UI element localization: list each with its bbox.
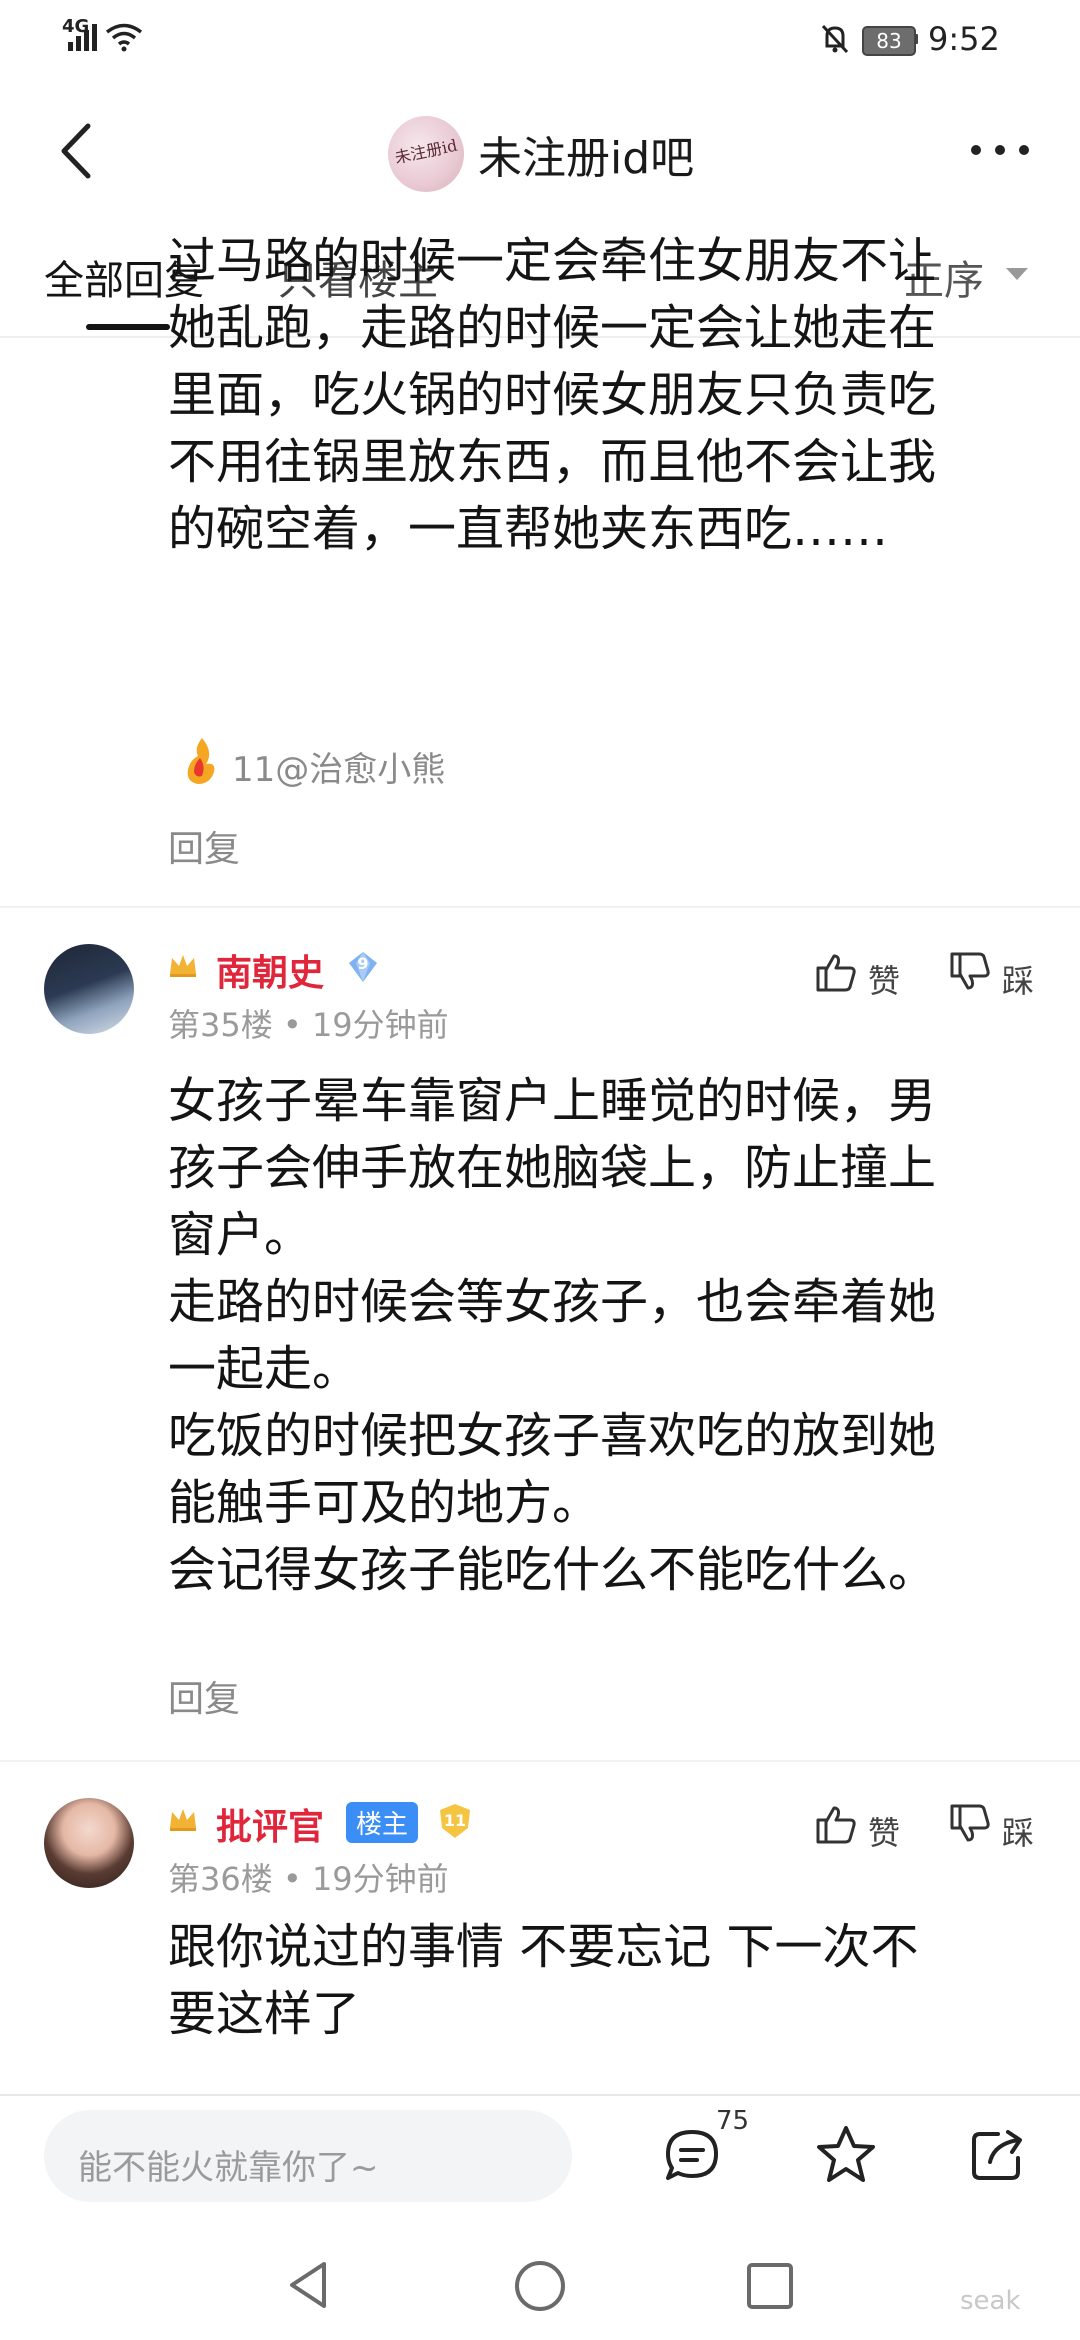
thumbs-down-icon[interactable] xyxy=(948,1802,992,1846)
forum-title[interactable]: 未注册id吧 xyxy=(478,122,694,186)
back-arrow-icon[interactable] xyxy=(50,116,110,186)
vip-crown-icon xyxy=(170,955,196,977)
avatar[interactable] xyxy=(44,1798,134,1888)
post-content: 跟你说过的事情 不要忘记 下一次不 要这样了 xyxy=(168,1919,919,2042)
wifi-icon xyxy=(105,23,143,52)
reply-button[interactable]: 回复 xyxy=(168,820,240,872)
post-content: 女孩子晕车靠窗户上睡觉的时候，男 孩子会伸手放在她脑袋上，防止撞上 窗户。 走路… xyxy=(168,1073,937,1598)
like-button[interactable]: 赞 xyxy=(868,956,900,1002)
comment-input-placeholder[interactable]: 能不能火就靠你了~ xyxy=(78,2140,379,2189)
floor-meta: 第36楼 • 19分钟前 xyxy=(168,1860,449,1898)
dislike-button[interactable]: 踩 xyxy=(1002,1808,1034,1854)
comment-count: 75 xyxy=(716,2106,750,2136)
thumbs-down-icon[interactable] xyxy=(948,950,992,994)
forum-avatar-text: 未注册id xyxy=(393,135,459,168)
vip-crown-icon xyxy=(170,1809,196,1831)
nav-recents-icon[interactable] xyxy=(744,2260,796,2312)
clock: 9:52 xyxy=(928,20,1000,58)
status-bar: 4G 83 9:52 xyxy=(0,0,1080,80)
nav-home-icon[interactable] xyxy=(512,2258,568,2314)
username[interactable]: 批评官 xyxy=(216,1798,324,1850)
watermark: seak xyxy=(960,2286,1021,2316)
nav-back-icon[interactable] xyxy=(284,2258,332,2312)
level-number: 11 xyxy=(443,1811,467,1830)
owner-tag: 楼主 xyxy=(346,1802,419,1843)
active-tab-indicator xyxy=(86,324,170,330)
post-content: 过马路的时候一定会牵住女朋友不让 她乱跑，走路的时候一定会让她走在 里面，吃火锅… xyxy=(168,233,937,557)
divider xyxy=(0,1760,1080,1762)
signal-icon xyxy=(68,24,97,51)
star-icon[interactable] xyxy=(814,2124,878,2186)
battery-level: 83 xyxy=(876,29,902,53)
battery-tip xyxy=(914,34,918,44)
battery-icon: 83 xyxy=(862,26,916,56)
username[interactable]: 南朝史 xyxy=(216,944,324,996)
flame-icon xyxy=(187,738,215,784)
reply-button[interactable]: 回复 xyxy=(168,1670,240,1722)
level-badge: 11 xyxy=(436,1802,474,1840)
sub-reply-author[interactable]: 11@治愈小熊 xyxy=(232,742,445,791)
thumbs-up-icon[interactable] xyxy=(814,1802,858,1846)
level-number: 9 xyxy=(357,954,369,973)
comment-icon[interactable] xyxy=(662,2126,722,2186)
level-badge: 9 xyxy=(346,950,380,984)
divider xyxy=(0,906,1080,908)
mute-notification-icon xyxy=(821,24,849,54)
more-options-icon[interactable] xyxy=(960,130,1040,170)
thumbs-up-icon[interactable] xyxy=(814,950,858,994)
share-icon[interactable] xyxy=(968,2126,1028,2186)
forum-avatar[interactable]: 未注册id xyxy=(388,116,464,192)
like-button[interactable]: 赞 xyxy=(868,1808,900,1854)
floor-meta: 第35楼 • 19分钟前 xyxy=(168,1006,449,1044)
avatar[interactable] xyxy=(44,944,134,1034)
dislike-button[interactable]: 踩 xyxy=(1002,956,1034,1002)
